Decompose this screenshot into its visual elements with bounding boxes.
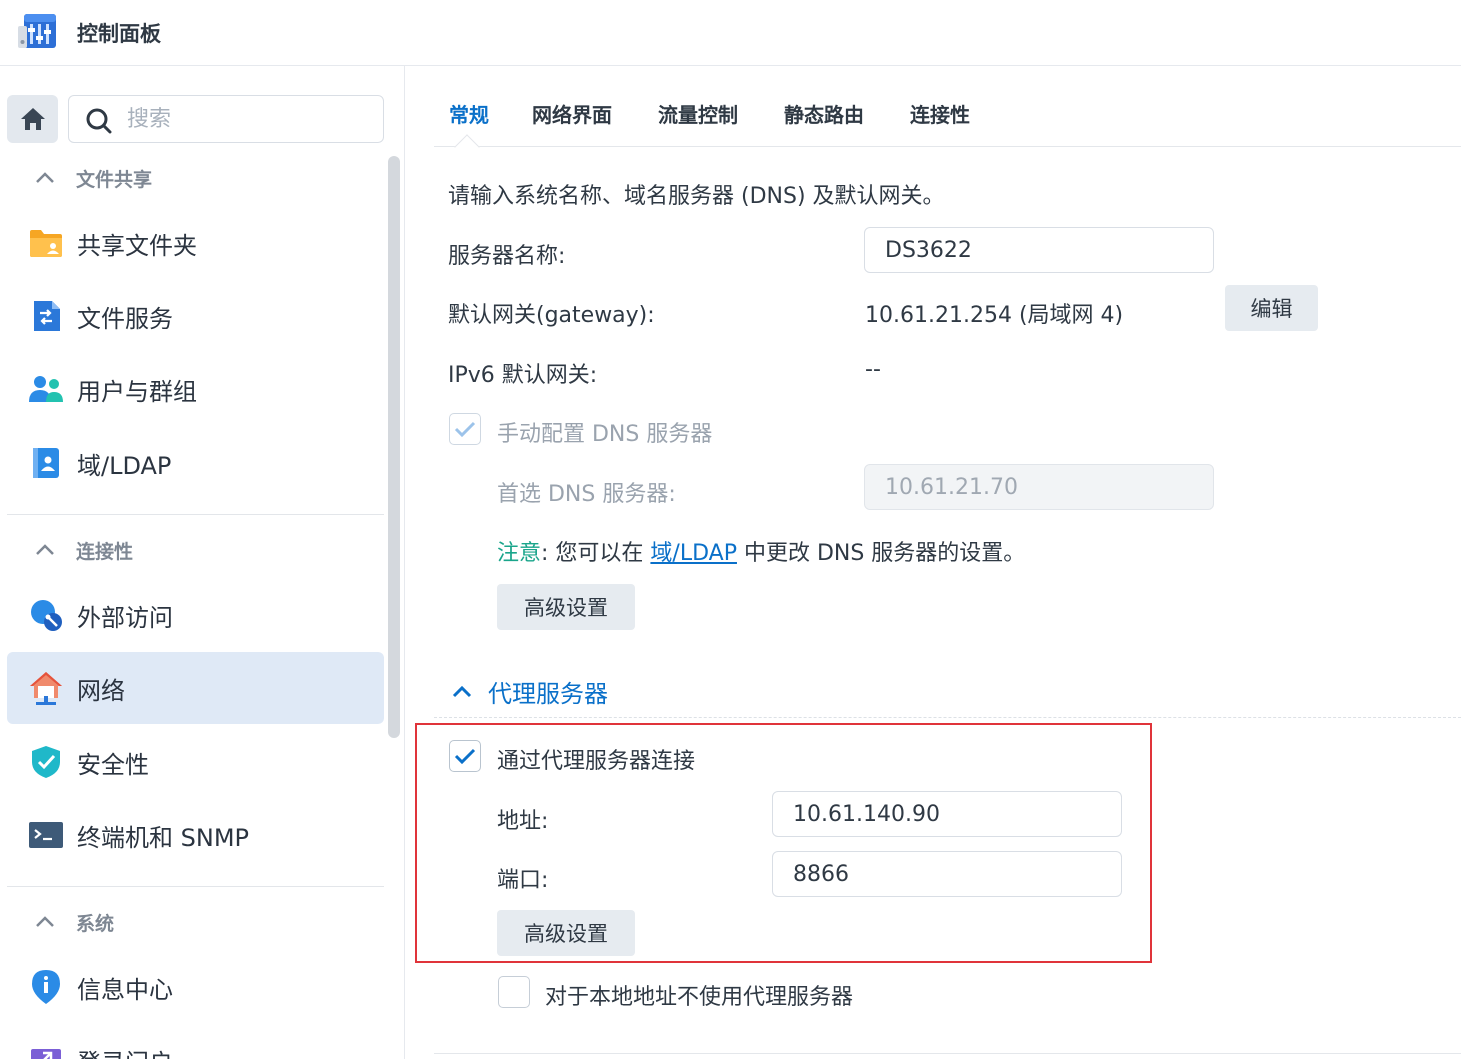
sidebar-item-security[interactable]: 安全性 [7,726,384,798]
gateway-label: 默认网关(gateway): [448,303,655,328]
sidebar-item-label: 外部访问 [77,603,173,632]
section-divider [434,717,1461,718]
tab-general[interactable]: 常规 [449,99,489,128]
use-proxy-checkbox[interactable] [449,740,481,772]
edit-gateway-button[interactable]: 编辑 [1225,285,1318,331]
sidebar-item-label: 登录门户 [77,1043,173,1059]
sidebar-item-label: 共享文件夹 [77,231,197,260]
proxy-section-title: 代理服务器 [488,680,608,708]
bypass-local-label: 对于本地地址不使用代理服务器 [545,985,854,1010]
tab-traffic-control[interactable]: 流量控制 [658,99,738,128]
users-groups-icon [27,370,65,408]
sidebar-item-shared-folder[interactable]: 共享文件夹 [7,207,384,279]
sidebar-item-label: 终端机和 SNMP [77,823,249,852]
intro-text: 请输入系统名称、域名服务器 (DNS) 及默认网关。 [448,184,945,209]
sidebar-item-external-access[interactable]: 外部访问 [7,579,384,651]
chevron-up-icon [452,685,472,697]
security-shield-icon [27,743,65,781]
section-system[interactable]: 系统 [30,907,114,937]
sidebar-divider [7,886,384,887]
proxy-port-label: 端口: [497,868,549,893]
sidebar-item-login-portal[interactable]: 登录门户 [7,1024,384,1059]
tab-static-route[interactable]: 静态路由 [784,99,864,128]
main-panel: 常规 网络界面 流量控制 静态路由 连接性 请输入系统名称、域名服务器 (DNS… [406,66,1461,1059]
search-icon [86,108,112,134]
sidebar-item-label: 安全性 [77,750,149,779]
external-access-icon [27,596,65,634]
control-panel-app-icon [18,14,56,48]
server-name-label: 服务器名称: [448,244,566,269]
ipv6-gateway-label: IPv6 默认网关: [448,363,598,388]
ipv6-gateway-value: -- [865,357,881,382]
home-icon [20,108,45,130]
proxy-address-label: 地址: [497,809,549,834]
manual-dns-checkbox[interactable] [449,413,481,445]
proxy-section-header[interactable]: 代理服务器 [450,674,608,709]
content-bottom-divider [434,1053,1461,1054]
sidebar-item-label: 文件服务 [77,304,173,333]
chevron-up-icon [36,544,54,555]
checkmark-icon [454,421,476,438]
sidebar-item-domain-ldap[interactable]: 域/LDAP [7,427,384,499]
use-proxy-label: 通过代理服务器连接 [497,749,696,774]
section-label: 连接性 [76,540,134,563]
sidebar-item-file-services[interactable]: 文件服务 [7,280,384,352]
domain-ldap-link[interactable]: 域/LDAP [650,541,737,566]
sidebar-item-info-center[interactable]: 信息中心 [7,951,384,1023]
home-button[interactable] [7,95,58,143]
gateway-value: 10.61.21.254 (局域网 4) [865,303,1124,328]
preferred-dns-label: 首选 DNS 服务器: [497,482,676,507]
sidebar-item-label: 域/LDAP [77,451,172,480]
section-connectivity[interactable]: 连接性 [30,535,133,565]
sidebar-item-network[interactable]: 网络 [7,652,384,724]
proxy-advanced-settings-button[interactable]: 高级设置 [497,910,635,956]
section-label: 系统 [76,912,115,935]
proxy-address-input[interactable] [772,791,1122,837]
chevron-up-icon [36,172,54,183]
sidebar-item-label: 网络 [77,676,125,705]
sidebar-item-label: 信息中心 [77,975,173,1004]
search-input[interactable] [127,104,367,134]
active-tab-indicator [454,134,480,160]
preferred-dns-input[interactable] [864,464,1214,510]
tab-connectivity[interactable]: 连接性 [910,99,970,128]
title-bar: 控制面板 [0,0,1461,66]
domain-ldap-icon [27,444,65,482]
shared-folder-icon [27,224,65,262]
chevron-up-icon [36,916,54,927]
tab-bar: 常规 网络界面 流量控制 静态路由 连接性 [434,66,1461,160]
note-text-tail: 中更改 DNS 服务器的设置。 [736,541,1026,566]
bypass-local-checkbox[interactable] [498,976,530,1008]
sidebar-item-label: 用户与群组 [77,377,197,406]
login-portal-icon [27,1041,65,1059]
manual-dns-label: 手动配置 DNS 服务器 [497,422,713,447]
server-name-input[interactable] [864,227,1214,273]
sidebar: 文件共享 共享文件夹 文件服务 [0,66,405,1059]
section-label: 文件共享 [76,168,153,191]
file-services-icon [27,297,65,335]
info-center-icon [27,968,65,1006]
search-box[interactable] [68,95,384,143]
dns-advanced-settings-button[interactable]: 高级设置 [497,584,635,630]
dns-note: 注意: 您可以在 域/LDAP 中更改 DNS 服务器的设置。 [497,535,1025,567]
note-label: 注意 [497,541,542,566]
proxy-port-input[interactable] [772,851,1122,897]
section-file-sharing[interactable]: 文件共享 [30,163,152,193]
checkmark-icon [454,748,476,765]
window-title: 控制面板 [77,22,161,46]
sidebar-item-users-groups[interactable]: 用户与群组 [7,353,384,425]
sidebar-item-terminal-snmp[interactable]: 终端机和 SNMP [7,799,384,871]
terminal-icon [27,816,65,854]
tab-network-interface[interactable]: 网络界面 [532,99,612,128]
sidebar-scrollbar[interactable] [388,156,400,738]
note-text: : 您可以在 [541,541,651,566]
sidebar-divider [7,514,384,515]
network-icon [27,669,65,707]
